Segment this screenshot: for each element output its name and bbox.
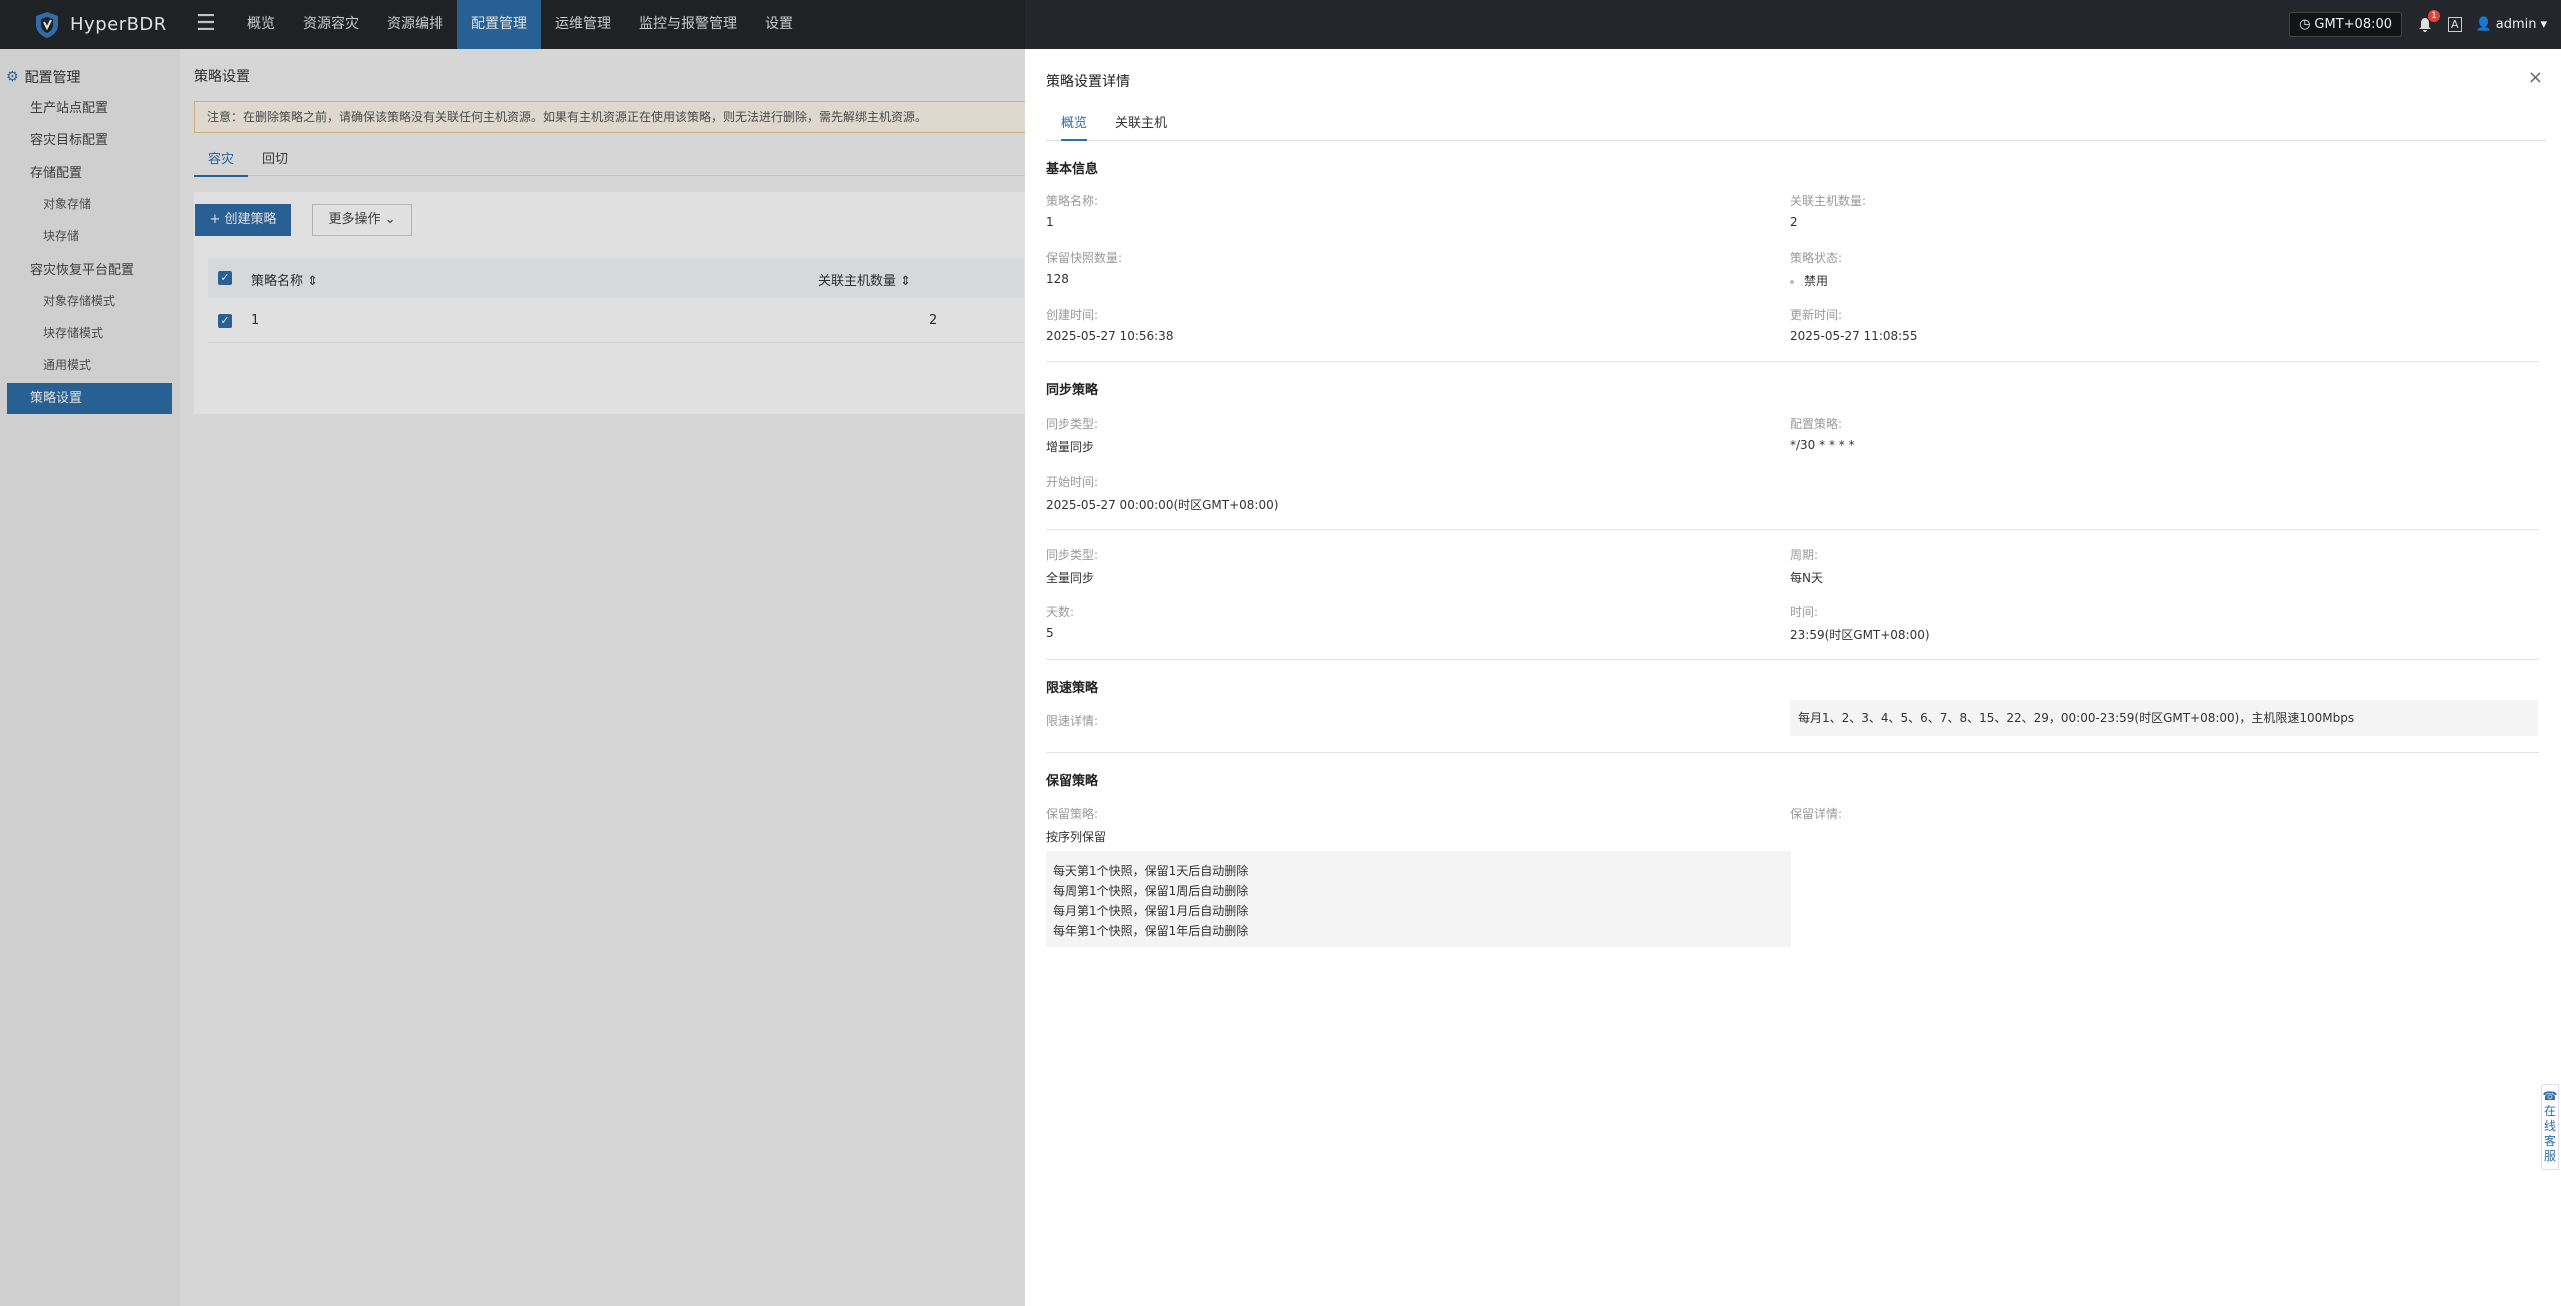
- user-menu[interactable]: 👤 admin ▾: [2476, 17, 2547, 32]
- days-label: 天数:: [1046, 605, 1075, 619]
- snapshot-count-label: 保留快照数量:: [1046, 251, 1123, 265]
- retention-line: 每天第1个快照，保留1天后自动删除: [1053, 864, 1249, 878]
- rate-limit-label: 限速详情:: [1046, 714, 1099, 728]
- updated-time-value: 2025-05-27 11:08:55: [1790, 329, 1918, 343]
- time-value: 23:59(时区GMT+08:00): [1790, 628, 1930, 642]
- policy-name-label: 策略名称:: [1046, 194, 1099, 208]
- created-time-value: 2025-05-27 10:56:38: [1046, 329, 1174, 343]
- sync-type-label: 同步类型:: [1046, 417, 1099, 431]
- sync-type-value: 增量同步: [1046, 440, 1095, 454]
- close-icon[interactable]: ×: [2528, 69, 2543, 87]
- start-time-label: 开始时间:: [1046, 475, 1099, 489]
- cron-label: 配置策略:: [1790, 417, 1843, 431]
- tab-overview[interactable]: 概览: [1061, 113, 1088, 141]
- divider: [1046, 361, 2539, 362]
- full-sync-type-label: 同步类型:: [1046, 548, 1099, 562]
- support-label: 在线客服: [2543, 1104, 2556, 1163]
- clock-icon: ◷: [2299, 17, 2311, 32]
- retention-policy-label: 保留策略:: [1046, 807, 1099, 821]
- retention-line: 每月第1个快照，保留1月后自动删除: [1053, 904, 1249, 918]
- divider: [1046, 752, 2539, 753]
- user-name: admin: [2495, 17, 2537, 32]
- policy-status-value: 禁用: [1790, 272, 1828, 289]
- tab-associated-hosts[interactable]: 关联主机: [1115, 113, 1167, 139]
- timezone-selector[interactable]: ◷ GMT+08:00: [2289, 12, 2403, 37]
- days-value: 5: [1046, 626, 1054, 640]
- created-time-label: 创建时间:: [1046, 308, 1099, 322]
- language-glyph: A: [2448, 17, 2462, 32]
- notification-badge: 1: [2428, 9, 2441, 22]
- period-value: 每N天: [1790, 571, 1823, 585]
- policy-detail-drawer: 策略设置详情 × 概览 关联主机 基本信息 策略名称: 1 关联主机数量: 2 …: [1025, 49, 2561, 1306]
- headset-icon: ☎: [2542, 1089, 2558, 1103]
- section-sync-policy: 同步策略: [1046, 383, 1099, 398]
- retention-line: 每周第1个快照，保留1周后自动删除: [1053, 884, 1249, 898]
- period-label: 周期:: [1790, 548, 1819, 562]
- drawer-tabs: 概览 关联主机: [1046, 113, 2546, 141]
- drawer-title: 策略设置详情: [1046, 74, 1130, 90]
- language-icon[interactable]: A: [2448, 17, 2462, 32]
- snapshot-count-value: 128: [1046, 272, 1069, 286]
- time-label: 时间:: [1790, 605, 1819, 619]
- rate-limit-detail: 每月1、2、3、4、5、6、7、8、15、22、29，00:00-23:59(时…: [1790, 700, 2538, 736]
- retention-detail-label: 保留详情:: [1790, 807, 1843, 821]
- modal-backdrop[interactable]: [0, 0, 1025, 1306]
- status-text: 禁用: [1804, 274, 1829, 288]
- retention-detail-box: 每天第1个快照，保留1天后自动删除 每周第1个快照，保留1周后自动删除 每月第1…: [1046, 851, 1791, 947]
- retention-policy-value: 按序列保留: [1046, 830, 1107, 844]
- topbar-right: ◷ GMT+08:00 1 A 👤 admin ▾: [2289, 0, 2547, 49]
- updated-time-label: 更新时间:: [1790, 308, 1843, 322]
- retention-line: 每年第1个快照，保留1年后自动删除: [1053, 924, 1249, 938]
- host-count-label: 关联主机数量:: [1790, 194, 1867, 208]
- divider: [1046, 529, 2539, 530]
- section-basic-info: 基本信息: [1046, 162, 1099, 177]
- cron-value: */30 * * * *: [1790, 438, 1855, 452]
- status-dot: [1790, 279, 1794, 284]
- online-support-button[interactable]: ☎ 在线客服: [2541, 1084, 2559, 1170]
- notification-bell[interactable]: 1: [2416, 9, 2441, 34]
- full-sync-type-value: 全量同步: [1046, 571, 1095, 585]
- timezone-label: GMT+08:00: [2314, 17, 2393, 32]
- host-count-value: 2: [1790, 215, 1798, 229]
- chevron-down-icon: ▾: [2540, 17, 2547, 32]
- start-time-value: 2025-05-27 00:00:00(时区GMT+08:00): [1046, 498, 1279, 512]
- section-retention: 保留策略: [1046, 774, 1099, 789]
- user-icon: 👤: [2475, 17, 2492, 32]
- section-rate-limit: 限速策略: [1046, 681, 1099, 696]
- policy-status-label: 策略状态:: [1790, 251, 1843, 265]
- divider: [1046, 659, 2539, 660]
- policy-name-value: 1: [1046, 215, 1054, 229]
